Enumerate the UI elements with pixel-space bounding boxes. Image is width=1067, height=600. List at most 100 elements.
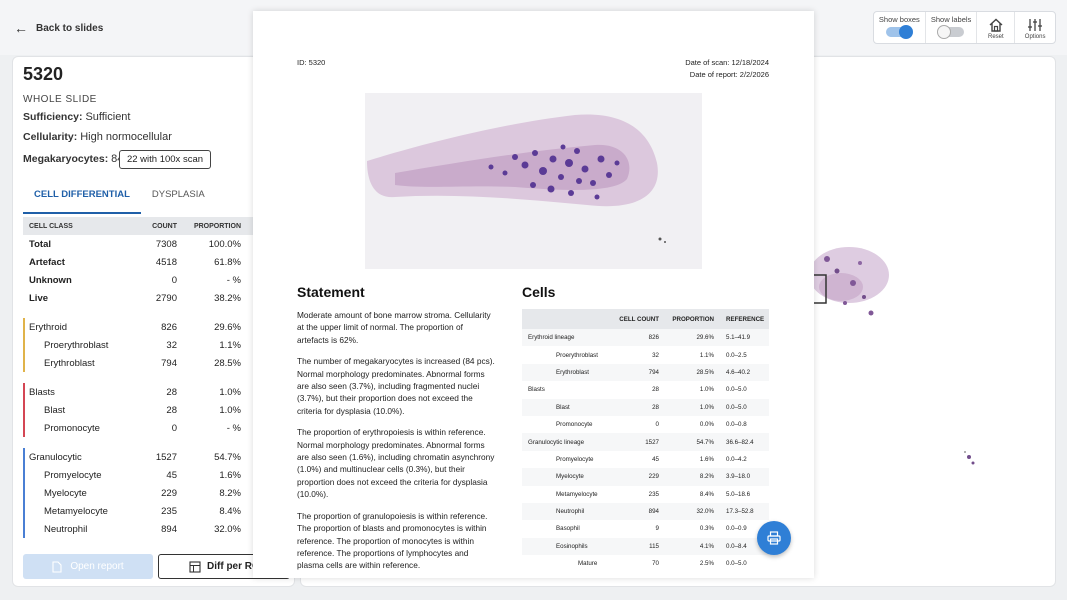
100x-scan-button[interactable]: 22 with 100x scan	[119, 150, 211, 169]
cells-row-count: 229	[648, 473, 659, 481]
cells-row-proportion: 32.0%	[696, 508, 714, 516]
cells-row-count: 45	[652, 455, 659, 463]
show-boxes-toggle[interactable]	[886, 25, 914, 39]
cells-table: CELL COUNT PROPORTION REFERENCE Erythroi…	[522, 309, 769, 572]
cell-count: 7308	[155, 238, 177, 250]
cell-proportion: - %	[226, 422, 241, 434]
cells-row-count: 115	[649, 542, 659, 550]
cells-row-proportion: 2.5%	[699, 560, 714, 568]
cell-class-name: Live	[29, 292, 49, 304]
cell-proportion: 1.1%	[219, 339, 241, 351]
cells-row-name: Eosinophils	[556, 542, 588, 550]
reset-button[interactable]: Reset	[977, 12, 1016, 43]
cellularity-key: Cellularity:	[23, 131, 78, 143]
cells-row-proportion: 1.0%	[699, 403, 714, 411]
cells-row-name: Myelocyte	[556, 473, 584, 481]
cells-table-row: Metamyelocyte 235 8.4% 5.0–18.6	[522, 486, 769, 503]
show-boxes-control[interactable]: Show boxes	[874, 12, 926, 43]
cells-row-reference: 5.0–18.6	[726, 490, 751, 498]
lineage-color-bar	[23, 354, 25, 372]
tab-cell-differential[interactable]: CELL DIFFERENTIAL	[23, 181, 141, 214]
print-button[interactable]	[757, 521, 791, 555]
cells-row-name: Proerythroblast	[556, 351, 598, 359]
cell-class-name: Total	[29, 238, 51, 250]
cell-proportion: - %	[226, 274, 241, 286]
cells-row-name: Basophil	[556, 525, 580, 533]
cells-row-name: Blast	[556, 403, 570, 411]
cells-row-name: Erythroblast	[556, 368, 590, 376]
back-label: Back to slides	[36, 22, 104, 34]
section-label: WHOLE SLIDE	[23, 94, 97, 105]
show-labels-control[interactable]: Show labels	[926, 12, 978, 43]
cell-class-name: Neutrophil	[44, 523, 88, 535]
report-date: Date of report: 2/2/2026	[689, 70, 769, 79]
cell-proportion: 1.0%	[219, 386, 241, 398]
cells-row-reference: 0.0–2.5	[726, 351, 747, 359]
show-labels-label: Show labels	[930, 15, 972, 24]
sufficiency-row: Sufficiency: Sufficient	[23, 111, 131, 123]
lineage-color-bar	[23, 466, 25, 484]
table-grid-icon	[189, 561, 201, 573]
cell-class-name: Proerythroblast	[44, 339, 109, 351]
report-dates: Date of scan: 12/18/2024 Date of report:…	[685, 57, 769, 81]
header-proportion: PROPORTION	[672, 315, 714, 323]
cells-row-reference: 3.9–18.0	[726, 473, 751, 481]
cell-count: 235	[161, 505, 177, 517]
slide-id-title: 5320	[23, 64, 64, 84]
cells-table-row: Blasts 28 1.0% 0.0–5.0	[522, 381, 769, 398]
cells-row-reference: 0.0–0.9	[726, 525, 747, 533]
cells-row-count: 1527	[645, 438, 659, 446]
lineage-color-bar	[23, 520, 25, 538]
sliders-icon	[1028, 19, 1043, 31]
home-icon	[989, 18, 1003, 32]
cell-class-name: Erythroblast	[44, 357, 95, 369]
cellularity-value: High normocellular	[80, 131, 172, 143]
back-to-slides-link[interactable]: ← Back to slides	[14, 20, 103, 36]
cell-proportion: 38.2%	[214, 292, 241, 304]
cell-class-name: Erythroid	[29, 321, 68, 333]
cell-class-name: Promonocyte	[44, 422, 100, 434]
cells-row-reference: 36.6–82.4	[726, 438, 754, 446]
printer-icon	[767, 531, 781, 545]
cells-row-reference: 17.3–52.8	[726, 508, 754, 516]
show-labels-toggle[interactable]	[937, 25, 965, 39]
cell-class-name: Granulocytic	[29, 451, 82, 463]
cells-row-reference: 4.6–40.2	[726, 368, 751, 376]
scan-date: Date of scan: 12/18/2024	[685, 58, 769, 67]
header-count: COUNT	[152, 222, 177, 230]
report-slide-image	[365, 93, 702, 269]
open-report-button[interactable]: Open report	[23, 554, 153, 579]
statement-paragraph: The proportion of granulopoiesis is with…	[297, 510, 488, 571]
report-preview: ID: 5320 Date of scan: 12/18/2024 Date o…	[253, 11, 814, 578]
cells-row-count: 826	[648, 334, 659, 342]
slide-smear-image	[365, 93, 702, 269]
cell-proportion: 54.7%	[214, 451, 241, 463]
cell-proportion: 8.4%	[219, 505, 241, 517]
cells-table-row: Eosinophils 115 4.1% 0.0–8.4	[522, 537, 769, 556]
cells-row-proportion: 0.3%	[699, 525, 714, 533]
cells-row-name: Neutrophil	[556, 508, 585, 516]
options-button[interactable]: Options	[1015, 12, 1055, 43]
cells-table-row: Mature 70 2.5% 0.0–5.0	[522, 555, 769, 572]
cells-table-row: Granulocytic lineage 1527 54.7% 36.6–82.4	[522, 433, 769, 451]
cell-class-name: Unknown	[29, 274, 72, 286]
cell-proportion: 1.0%	[219, 404, 241, 416]
cells-table-row: Promyelocyte 45 1.6% 0.0–4.2	[522, 451, 769, 468]
report-id: ID: 5320	[297, 58, 326, 67]
tab-dysplasia[interactable]: DYSPLASIA	[141, 181, 216, 214]
lineage-color-bar	[23, 502, 25, 520]
cell-count: 1527	[155, 451, 177, 463]
cell-count: 28	[166, 404, 177, 416]
cells-row-name: Mature	[578, 560, 598, 568]
cells-row-proportion: 4.1%	[699, 542, 714, 550]
cells-row-name: Metamyelocyte	[556, 490, 598, 498]
lineage-color-bar	[23, 383, 25, 401]
bottom-actions: Open report Diff per ROI	[23, 554, 290, 579]
cell-count: 826	[161, 321, 177, 333]
cells-row-count: 32	[652, 351, 659, 359]
header-reference: REFERENCE	[726, 315, 765, 323]
cell-count: 894	[161, 523, 177, 535]
cells-row-count: 70	[652, 560, 659, 568]
cells-row-name: Promyelocyte	[556, 455, 594, 463]
options-label: Options	[1024, 34, 1046, 40]
